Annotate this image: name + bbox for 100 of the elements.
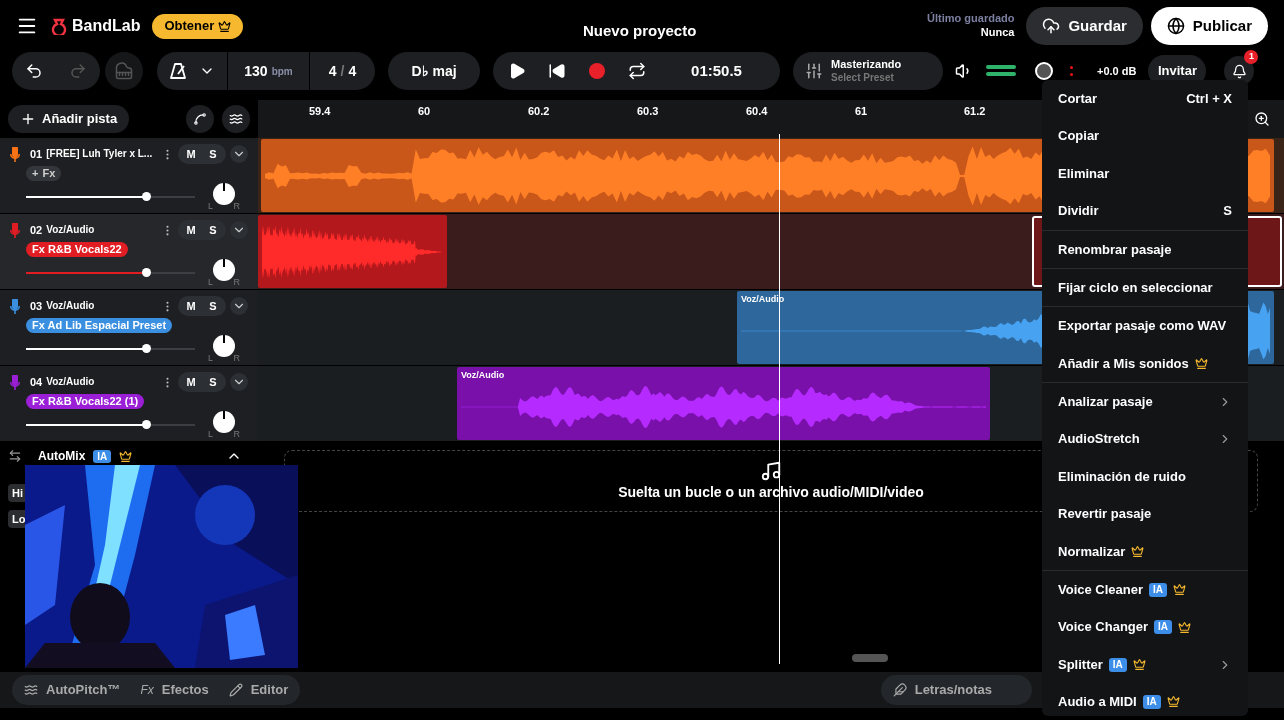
scrollbar-handle[interactable]	[852, 654, 888, 662]
fx-preset-chip[interactable]: Fx R&B Vocals22 (1)	[26, 393, 145, 409]
bell-icon	[1231, 63, 1247, 79]
ai-badge: IA	[1108, 657, 1127, 672]
menu-item[interactable]: Dividir S	[1042, 192, 1248, 230]
menu-item-label: Eliminación de ruido	[1058, 467, 1186, 486]
menu-item-label: Splitter	[1058, 655, 1103, 674]
chevron-down-icon[interactable]	[230, 145, 248, 163]
shortcut-label: S	[1223, 202, 1232, 221]
solo-button[interactable]: S	[202, 297, 224, 315]
feather-icon	[892, 683, 907, 697]
mute-button[interactable]: M	[180, 297, 202, 315]
ai-badge: IA	[1149, 582, 1168, 597]
track-name: Voz/Audio	[46, 375, 95, 389]
bottom-tab[interactable]: AutoPitch™	[24, 680, 121, 700]
track-name: Voz/Audio	[46, 223, 95, 237]
shortcut-label: Ctrl + X	[1186, 89, 1232, 108]
chevron-down-icon[interactable]	[230, 373, 248, 391]
automix-option[interactable]: Lo	[8, 510, 25, 528]
track-header[interactable]: 01 [FREE] Luh Tyler x L... M S + Fx L R	[0, 138, 258, 214]
clip-label: Voz/Audio	[461, 369, 505, 382]
track-header[interactable]: 04 Voz/Audio M S Fx R&B Vocals22 (1) L R	[0, 366, 258, 442]
bottom-tab[interactable]: Editor	[228, 680, 289, 700]
pan-knob[interactable]	[213, 183, 235, 205]
mute-button[interactable]: M	[180, 221, 202, 239]
mute-button[interactable]: M	[180, 145, 202, 163]
get-premium-button[interactable]: Obtener	[152, 13, 244, 39]
mastering-button[interactable]: Masterizando Select Preset	[793, 52, 943, 90]
ai-badge: IA	[93, 449, 112, 463]
tempo-value[interactable]: 130	[244, 60, 268, 82]
redo-icon	[69, 62, 87, 80]
publish-button[interactable]: Publicar	[1150, 7, 1268, 45]
track-name: [FREE] Luh Tyler x L...	[46, 147, 153, 161]
tempo-unit: bpm	[271, 64, 293, 79]
chevron-down-icon[interactable]	[230, 297, 248, 315]
meter-bottom[interactable]: 4	[348, 60, 357, 82]
fx-preset-chip[interactable]: Fx R&B Vocals22	[26, 241, 128, 257]
menu-item-label: AudioStretch	[1058, 430, 1140, 449]
menu-item[interactable]: Voice Changer IA	[1042, 608, 1248, 646]
menu-item[interactable]: Fijar ciclo en seleccionar	[1042, 268, 1248, 307]
menu-item[interactable]: Copiar	[1042, 117, 1248, 155]
pan-right-label: R	[233, 427, 240, 441]
track-number: 01	[30, 146, 43, 162]
sliders-icon	[805, 62, 823, 80]
fx-label: Fx	[42, 165, 56, 181]
loop-icon	[628, 62, 646, 80]
ruler-label: 60.2	[528, 104, 550, 119]
menu-item[interactable]: Renombrar pasaje	[1042, 230, 1248, 268]
meter-top[interactable]: 4	[328, 60, 337, 82]
notification-badge: 1	[1244, 50, 1259, 64]
pencil-icon	[228, 683, 243, 697]
piano-button[interactable]	[105, 52, 143, 90]
pan-knob[interactable]	[213, 335, 235, 357]
zoom-in-icon[interactable]	[1254, 111, 1270, 127]
mastering-preset: Select Preset	[831, 71, 894, 85]
pan-knob[interactable]	[213, 259, 235, 281]
pan-left-label: L	[208, 351, 213, 365]
menu-item[interactable]: Audio a MIDI IA	[1042, 683, 1248, 716]
time-display: 01:50.5	[690, 60, 743, 81]
add-fx-chip[interactable]: + Fx	[26, 165, 62, 181]
pan-left-label: L	[208, 275, 213, 289]
pitch-icon	[24, 683, 38, 697]
mastering-title: Masterizando	[831, 57, 902, 72]
brand-name: BandLab	[72, 16, 141, 36]
audio-clip[interactable]: Voz/Audio	[457, 367, 990, 440]
solo-button[interactable]: S	[202, 145, 224, 163]
quantize-button[interactable]	[222, 105, 250, 133]
menu-item[interactable]: Eliminación de ruido	[1042, 457, 1248, 496]
menu-item[interactable]: Eliminar	[1042, 154, 1248, 193]
solo-button[interactable]: S	[202, 221, 224, 239]
menu-item-label: Dividir	[1058, 202, 1099, 221]
cloud-upload-icon	[1042, 17, 1061, 35]
solo-button[interactable]: S	[202, 373, 224, 391]
save-button[interactable]: Guardar	[1026, 7, 1143, 45]
curve-tool-button[interactable]	[186, 105, 214, 133]
menu-item-label: Eliminar	[1058, 164, 1110, 183]
crown-icon	[119, 449, 133, 463]
ruler-label: 60.4	[746, 104, 768, 119]
lyrics-notes-button[interactable]: Letras/notas	[880, 675, 1032, 705]
pan-knob[interactable]	[213, 411, 235, 433]
menu-item[interactable]: Exportar pasaje como WAV	[1042, 307, 1248, 345]
piano-icon	[115, 62, 133, 80]
menu-item[interactable]: Analizar pasaje	[1042, 383, 1248, 421]
track-header[interactable]: 03 Voz/Audio M S Fx Ad Lib Espacial Preset L R	[0, 290, 258, 366]
menu-item[interactable]: Normalizar	[1042, 532, 1248, 571]
menu-item-label: Normalizar	[1058, 542, 1126, 561]
curve-icon	[193, 112, 207, 126]
key-button[interactable]: D♭ maj	[388, 52, 480, 90]
menu-item-label: Exportar pasaje como WAV	[1058, 317, 1227, 336]
ruler-label: 61	[855, 104, 868, 119]
automix-label: AutoMix	[38, 449, 86, 463]
mute-button[interactable]: M	[180, 373, 202, 391]
menu-item-label: Voice Cleaner	[1058, 581, 1144, 599]
chevron-down-icon[interactable]	[230, 221, 248, 239]
track-header[interactable]: 02 Voz/Audio M S Fx R&B Vocals22 L R	[0, 214, 258, 290]
bottom-tab[interactable]: Fx Efectos	[140, 680, 209, 700]
menu-item[interactable]: Voice Cleaner IA	[1042, 571, 1248, 609]
automix-option[interactable]: Hi	[8, 484, 25, 502]
menu-item[interactable]: Splitter IA	[1042, 645, 1248, 684]
add-track-button[interactable]: Añadir pista	[8, 105, 130, 133]
